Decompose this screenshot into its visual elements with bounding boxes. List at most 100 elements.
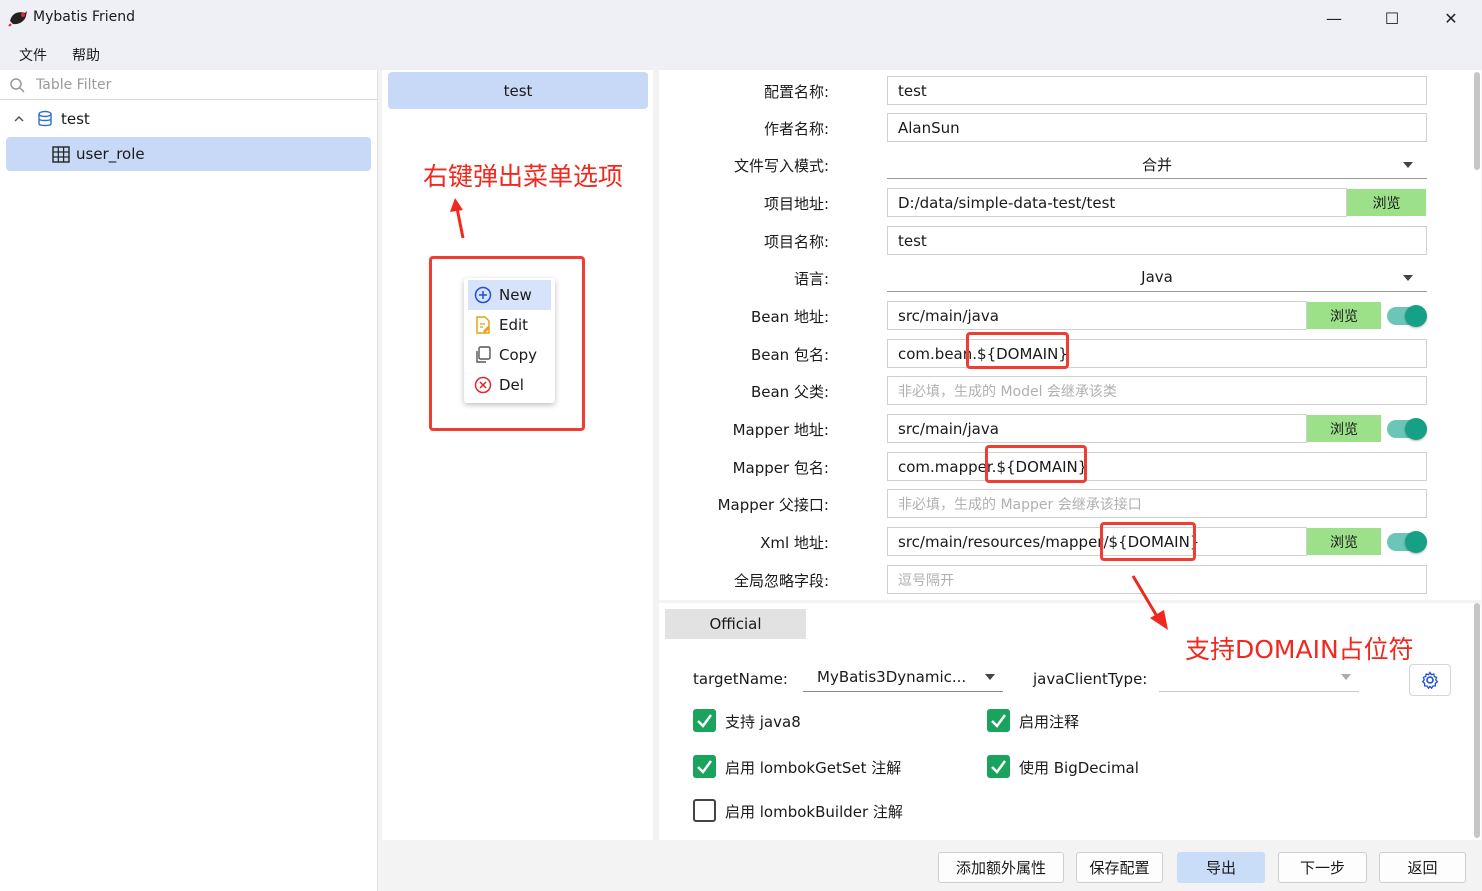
java-client-type-label: javaClientType: <box>1033 670 1148 688</box>
annotation-box-xml-domain <box>1100 522 1196 561</box>
author-field[interactable]: AlanSun <box>887 113 1427 142</box>
xml-path-browse-button[interactable]: 浏览 <box>1307 528 1381 555</box>
checkbox-comments[interactable] <box>987 709 1010 732</box>
options-scrollbar[interactable] <box>1474 603 1480 838</box>
bean-parent-field[interactable]: 非必填，生成的 Model 会继承该类 <box>887 376 1427 405</box>
context-menu-new-label: New <box>499 286 532 304</box>
table-tree-pane: test user_role <box>0 70 378 891</box>
annotation-box-bean-domain <box>966 332 1069 369</box>
project-name-field[interactable]: test <box>887 226 1427 255</box>
annotation-arrow-up-icon <box>450 198 465 239</box>
export-button[interactable]: 导出 <box>1177 852 1265 883</box>
author-label: 作者名称: <box>763 120 829 138</box>
check-icon <box>697 760 713 774</box>
mapper-path-label: Mapper 地址: <box>732 421 829 439</box>
config-item-test[interactable]: test <box>388 72 648 109</box>
context-menu-copy[interactable]: Copy <box>468 340 551 370</box>
checkbox-bigdecimal[interactable] <box>987 755 1010 778</box>
check-icon <box>697 714 713 728</box>
ignore-fields-label: 全局忽略字段: <box>733 572 829 590</box>
context-menu-new[interactable]: New <box>468 280 551 310</box>
project-path-label: 项目地址: <box>763 195 829 213</box>
close-button[interactable]: ✕ <box>1422 0 1480 37</box>
bean-package-label: Bean 包名: <box>750 346 829 364</box>
database-icon <box>38 110 52 127</box>
context-menu: New Edit Copy Del <box>464 278 555 403</box>
annotation-domain: 支持DOMAIN占位符 <box>1185 635 1414 664</box>
write-mode-label: 文件写入模式: <box>733 157 829 175</box>
checkbox-lombok-builder[interactable] <box>693 799 716 822</box>
mapper-package-label: Mapper 包名: <box>732 459 829 477</box>
database-name: test <box>61 110 90 128</box>
minimize-button[interactable]: — <box>1305 0 1363 37</box>
xml-path-field[interactable]: src/main/resources/mapper/${DOMAIN} <box>887 527 1307 556</box>
annotation-context-menu: 右键弹出菜单选项 <box>423 162 624 191</box>
tree-node-database[interactable]: test <box>10 102 370 136</box>
edit-file-icon <box>476 316 490 334</box>
settings-button[interactable] <box>1409 664 1451 696</box>
tab-official[interactable]: Official <box>665 609 806 639</box>
write-mode-select[interactable]: 合并 <box>887 150 1427 179</box>
menu-help[interactable]: 帮助 <box>72 45 100 65</box>
menu-file[interactable]: 文件 <box>19 45 47 65</box>
project-path-browse-button[interactable]: 浏览 <box>1347 189 1426 216</box>
bean-path-label: Bean 地址: <box>750 308 829 326</box>
config-name-label: 配置名称: <box>763 83 829 101</box>
checkbox-lombok-getset-label: 启用 lombokGetSet 注解 <box>725 759 902 777</box>
app-title: Mybatis Friend <box>33 9 136 25</box>
annotation-box-mapper-domain <box>985 445 1087 483</box>
xml-toggle[interactable] <box>1387 531 1427 553</box>
target-name-value: MyBatis3Dynamic... <box>817 667 967 686</box>
annotation-arrow-down-icon <box>1131 575 1168 630</box>
table-filter <box>0 70 378 100</box>
check-icon <box>991 714 1007 728</box>
context-menu-del[interactable]: Del <box>468 370 551 400</box>
search-icon <box>10 78 25 93</box>
copy-icon <box>476 346 491 363</box>
bean-toggle[interactable] <box>1387 305 1427 327</box>
checkbox-lombok-getset[interactable] <box>693 755 716 778</box>
delete-circle-icon <box>474 376 492 394</box>
checkbox-bigdecimal-label: 使用 BigDecimal <box>1019 759 1139 777</box>
maximize-button[interactable]: ☐ <box>1363 0 1421 37</box>
add-props-button[interactable]: 添加额外属性 <box>938 852 1064 883</box>
checkbox-java8-label: 支持 java8 <box>725 713 801 731</box>
target-name-select[interactable]: MyBatis3Dynamic... <box>803 662 1003 692</box>
write-mode-value: 合并 <box>1141 155 1172 174</box>
language-label: 语言: <box>793 270 829 288</box>
xml-path-label: Xml 地址: <box>760 534 829 552</box>
checkbox-java8[interactable] <box>693 709 716 732</box>
mapper-parent-label: Mapper 父接口: <box>717 496 829 514</box>
language-select[interactable]: Java <box>887 263 1427 292</box>
mapper-parent-field[interactable]: 非必填，生成的 Mapper 会继承该接口 <box>887 489 1427 518</box>
chevron-up-icon[interactable] <box>13 113 25 125</box>
plus-circle-icon <box>474 286 492 304</box>
mapper-package-field[interactable]: com.mapper.${DOMAIN} <box>887 452 1427 481</box>
table-name: user_role <box>76 145 145 163</box>
bean-parent-label: Bean 父类: <box>750 383 829 401</box>
bean-path-field[interactable]: src/main/java <box>887 301 1307 330</box>
mapper-path-field[interactable]: src/main/java <box>887 414 1307 443</box>
mapper-toggle[interactable] <box>1387 418 1427 440</box>
dropdown-arrow-icon <box>1403 162 1413 168</box>
project-name-label: 项目名称: <box>763 233 829 251</box>
project-path-field[interactable]: D:/data/simple-data-test/test <box>887 188 1347 217</box>
java-client-type-select[interactable] <box>1159 662 1359 692</box>
save-config-button[interactable]: 保存配置 <box>1076 852 1163 883</box>
table-filter-input[interactable] <box>36 74 366 96</box>
context-menu-edit-label: Edit <box>499 316 529 334</box>
back-button[interactable]: 返回 <box>1379 852 1466 883</box>
tree-node-table[interactable]: user_role <box>6 137 371 171</box>
config-name-field[interactable]: test <box>887 76 1427 105</box>
form-scrollbar[interactable] <box>1474 72 1480 170</box>
mapper-path-browse-button[interactable]: 浏览 <box>1307 415 1381 442</box>
title-bar: Mybatis Friend — ☐ ✕ <box>0 0 1482 37</box>
language-value: Java <box>1141 268 1173 286</box>
dropdown-arrow-icon <box>1403 275 1413 281</box>
dropdown-arrow-icon <box>985 674 995 680</box>
next-step-button[interactable]: 下一步 <box>1278 852 1367 883</box>
bean-path-browse-button[interactable]: 浏览 <box>1307 302 1381 329</box>
context-menu-edit[interactable]: Edit <box>468 310 551 340</box>
table-icon <box>52 145 70 163</box>
check-icon <box>991 760 1007 774</box>
